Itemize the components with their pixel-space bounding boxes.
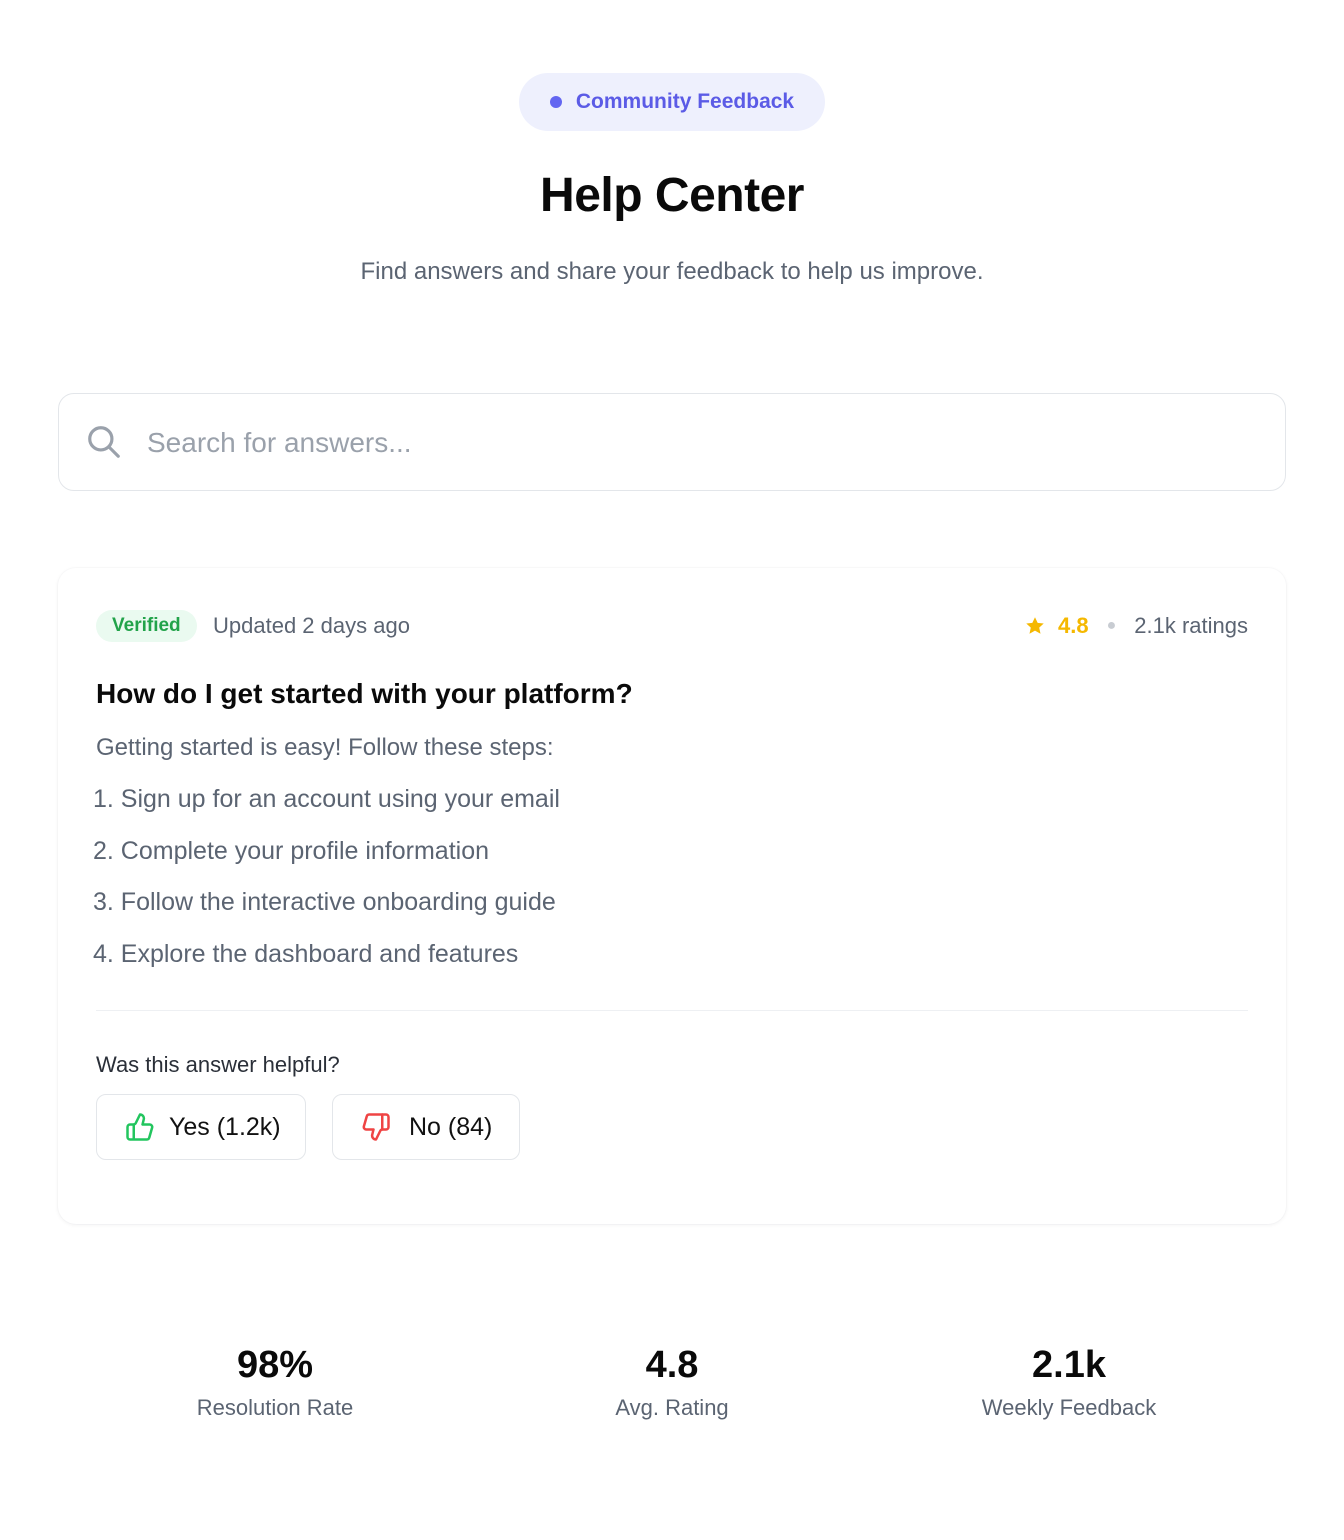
thumbs-up-icon (126, 1113, 154, 1141)
stat-label: Weekly Feedback (981, 1395, 1157, 1420)
stat-avg-rating: 4.8 Avg. Rating (522, 1344, 822, 1421)
stat-value: 2.1k (1032, 1344, 1106, 1386)
search-icon (88, 426, 120, 458)
stat-value: 98% (236, 1344, 314, 1386)
step-item: 2. Complete your profile information (93, 836, 490, 865)
no-vote-button[interactable]: No (84) (332, 1094, 520, 1160)
search-input[interactable] (147, 414, 1247, 472)
rating-count: 2.1k ratings (1134, 613, 1248, 638)
answer-intro: Getting started is easy! Follow these st… (96, 734, 554, 761)
no-vote-label: No (84) (409, 1112, 493, 1141)
badge-label: Community Feedback (575, 90, 795, 113)
updated-timestamp: Updated 2 days ago (213, 613, 410, 638)
divider (96, 1010, 1248, 1011)
question-title: How do I get started with your platform? (96, 678, 633, 709)
star-icon (1026, 617, 1044, 634)
page-title: Help Center (540, 169, 804, 222)
yes-vote-button[interactable]: Yes (1.2k) (96, 1094, 306, 1160)
step-item: 1. Sign up for an account using your ema… (93, 785, 560, 813)
step-item: 3. Follow the interactive onboarding gui… (93, 888, 556, 916)
badge-dot (549, 96, 562, 108)
steps-list: 1. Sign up for an account using your ema… (93, 784, 560, 990)
stat-weekly-feedback: 2.1k Weekly Feedback (919, 1344, 1219, 1421)
stat-label: Resolution Rate (196, 1395, 354, 1420)
yes-vote-label: Yes (1.2k) (169, 1112, 281, 1141)
verified-badge: Verified (96, 610, 197, 642)
separator-dot: ● (1106, 617, 1117, 634)
rating-value: 4.8 (1058, 613, 1089, 638)
rating-summary: 4.8 ● 2.1k ratings (1024, 610, 1248, 642)
helpful-prompt: Was this answer helpful? (96, 1052, 340, 1077)
stat-value: 4.8 (645, 1344, 699, 1386)
stat-resolution-rate: 98% Resolution Rate (125, 1344, 425, 1421)
search-bar[interactable] (58, 393, 1286, 491)
faq-card: Verified Updated 2 days ago 4.8 ● 2.1k r… (58, 568, 1286, 1224)
step-item: 4. Explore the dashboard and features (93, 939, 519, 968)
thumbs-down-icon (362, 1113, 390, 1141)
community-feedback-badge: Community Feedback (519, 73, 825, 131)
page-subtitle: Find answers and share your feedback to … (360, 258, 984, 285)
stat-label: Avg. Rating (615, 1395, 729, 1420)
